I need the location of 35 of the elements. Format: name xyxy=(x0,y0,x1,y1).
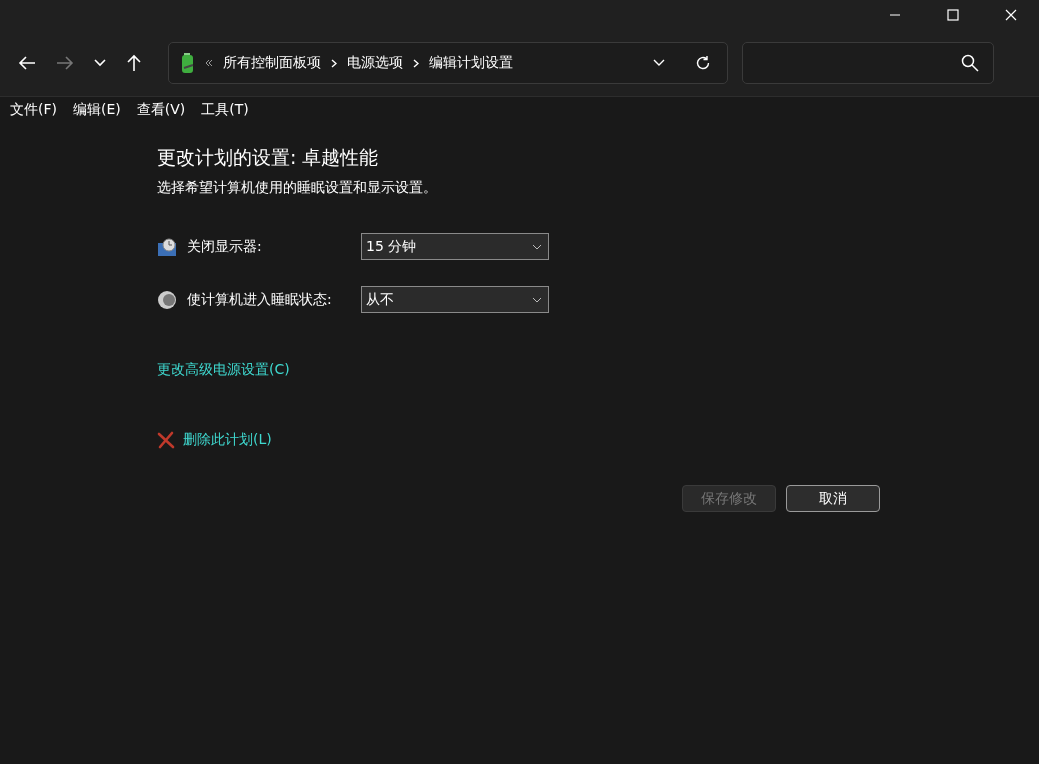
dropdown[interactable]: 从不 xyxy=(361,286,549,313)
page-heading: 更改计划的设置: 卓越性能 xyxy=(157,145,380,170)
up-arrow-icon[interactable] xyxy=(126,54,142,72)
monitor-clock-icon xyxy=(157,236,177,257)
chevron-right-icon xyxy=(413,58,419,68)
delete-plan-link[interactable]: 删除此计划(L) xyxy=(183,431,272,449)
page-description: 选择希望计算机使用的睡眠设置和显示设置。 xyxy=(157,179,438,197)
chevron-down-icon[interactable] xyxy=(94,59,106,67)
close-icon[interactable] xyxy=(1005,9,1017,21)
chevron-right-icon xyxy=(331,58,337,68)
search-field[interactable] xyxy=(742,42,994,84)
chevron-down-icon xyxy=(532,296,542,303)
dropdown[interactable]: 15 分钟 xyxy=(361,233,549,260)
menu-item[interactable]: 工具(T) xyxy=(201,101,249,121)
address-bar[interactable]: 所有控制面板项 电源选项 编辑计划设置 xyxy=(168,42,728,84)
search-icon xyxy=(961,54,979,72)
refresh-icon[interactable] xyxy=(695,55,711,71)
breadcrumb-item[interactable]: 电源选项 xyxy=(347,54,403,72)
chevron-down-icon xyxy=(532,243,542,250)
menu-item[interactable]: 文件(F) xyxy=(10,101,57,121)
breadcrumb-item[interactable]: 所有控制面板项 xyxy=(223,54,321,72)
maximize-icon[interactable] xyxy=(947,9,959,21)
advanced-settings-link[interactable]: 更改高级电源设置(C) xyxy=(157,361,290,379)
menu-item[interactable]: 查看(V) xyxy=(136,101,186,121)
double-chevron-icon xyxy=(205,59,213,67)
menu-item[interactable]: 编辑(E) xyxy=(73,101,121,121)
back-arrow-icon[interactable] xyxy=(18,55,36,71)
setting-label: 关闭显示器: xyxy=(187,237,263,256)
breadcrumb-item[interactable]: 编辑计划设置 xyxy=(429,54,513,72)
delete-x-icon xyxy=(157,431,175,449)
battery-icon xyxy=(181,52,195,74)
chevron-down-icon[interactable] xyxy=(653,59,665,67)
setting-label: 使计算机进入睡眠状态: xyxy=(187,290,333,309)
moon-icon xyxy=(157,289,177,310)
dialog-button[interactable]: 取消 xyxy=(786,485,880,512)
